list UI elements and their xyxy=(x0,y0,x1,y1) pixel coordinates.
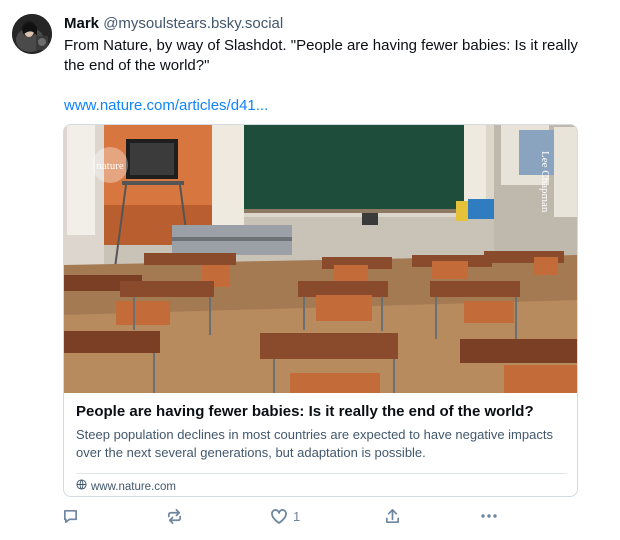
card-image-watermark: nature xyxy=(96,160,124,172)
post-header: Mark @mysoulstears.bsky.social xyxy=(64,14,604,34)
card-title[interactable]: People are having fewer babies: Is it re… xyxy=(76,402,567,422)
repost-button[interactable] xyxy=(166,504,183,528)
post[interactable]: Mark @mysoulstears.bsky.social From Natu… xyxy=(0,0,620,540)
post-text: From Nature, by way of Slashdot. "People… xyxy=(64,36,584,116)
globe-icon xyxy=(76,479,87,495)
avatar[interactable] xyxy=(12,14,52,54)
card-image[interactable]: nature Lee Chapman xyxy=(64,125,578,393)
card-body: People are having fewer babies: Is it re… xyxy=(64,393,577,496)
link-card[interactable]: nature Lee Chapman People are having few… xyxy=(63,124,578,497)
post-link[interactable]: www.nature.com/articles/d41... xyxy=(64,97,268,114)
author-name[interactable]: Mark xyxy=(64,15,99,32)
more-button[interactable] xyxy=(480,504,498,528)
like-count: 1 xyxy=(293,508,301,524)
post-actions: 1 xyxy=(56,504,506,528)
share-icon xyxy=(384,508,401,525)
post-text-spacer xyxy=(64,76,584,96)
heart-icon xyxy=(270,508,288,525)
card-divider xyxy=(76,473,567,474)
reply-button[interactable] xyxy=(62,504,79,528)
card-domain-text: www.nature.com xyxy=(91,481,177,493)
card-domain: www.nature.com xyxy=(76,479,176,495)
card-image-credit: Lee Chapman xyxy=(539,151,551,213)
author-handle[interactable]: @mysoulstears.bsky.social xyxy=(103,15,283,32)
share-button[interactable] xyxy=(384,504,401,528)
repost-icon xyxy=(166,508,183,525)
reply-icon xyxy=(62,508,79,525)
more-icon xyxy=(480,513,498,519)
post-text-body: From Nature, by way of Slashdot. "People… xyxy=(64,37,578,74)
like-button[interactable]: 1 xyxy=(270,504,300,528)
card-description: Steep population declines in most countr… xyxy=(76,427,553,460)
